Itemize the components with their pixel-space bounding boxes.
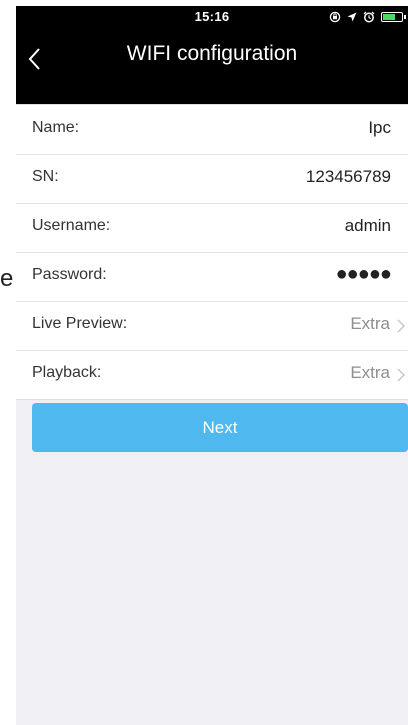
name-row[interactable]: Name: Ipc [16,105,408,154]
sn-value: 123456789 [305,167,391,186]
chevron-left-icon [28,48,40,70]
playback-row[interactable]: Playback: Extra [16,350,408,399]
chevron-right-icon [397,319,405,333]
lock-rotation-icon [329,11,341,23]
next-button[interactable]: Next [32,403,408,452]
name-value: Ipc [368,118,391,137]
playback-value: Extra [350,363,390,382]
status-bar: 15:16 [16,6,408,28]
config-form: Name: Ipc SN: 123456789 Username: admin … [16,104,408,400]
page-title: WIFI configuration [126,42,298,65]
password-row[interactable]: Password: ●●●●● [16,252,408,301]
header: 15:16 WIFI configuration [16,6,408,104]
alarm-icon [363,11,375,23]
sn-label: SN: [32,168,59,185]
name-label: Name: [32,119,80,136]
live-preview-row[interactable]: Live Preview: Extra [16,301,408,350]
username-value: admin [344,216,391,235]
status-icons [329,10,406,24]
username-label: Username: [32,217,111,234]
sn-row[interactable]: SN: 123456789 [16,154,408,203]
location-icon [347,12,357,22]
password-label: Password: [32,266,107,283]
live-preview-value: Extra [350,314,390,333]
battery-icon [381,12,406,22]
back-button[interactable] [22,44,50,74]
username-row[interactable]: Username: admin [16,203,408,252]
phone-screen: 15:16 WIFI configuration Name: Ipc SN: 1… [16,6,408,725]
playback-label: Playback: [32,364,102,381]
chevron-right-icon [397,368,405,382]
nav-bar: WIFI configuration [16,28,408,90]
password-value: ●●●●● [335,263,392,285]
background-page-fragment: e [0,266,14,292]
live-preview-label: Live Preview: [32,315,128,332]
